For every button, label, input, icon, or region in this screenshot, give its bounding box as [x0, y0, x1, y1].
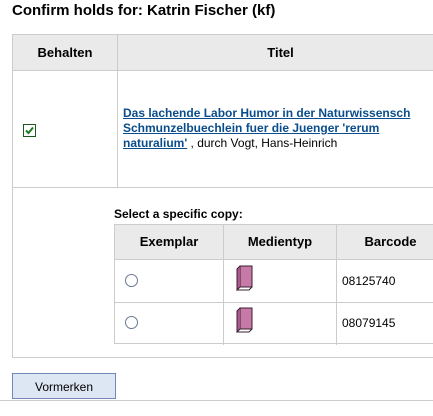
barcode-value: 08079145	[342, 316, 396, 330]
place-hold-button[interactable]: Vormerken	[12, 373, 116, 399]
copy-table: Exemplar Medientyp Barcode 08125740 0807…	[114, 224, 433, 345]
column-divider	[117, 35, 118, 188]
column-header-barcode: Barcode	[364, 234, 417, 249]
book-title-line: Schmunzelbuechlein fuer die Juenger 'rer…	[123, 121, 380, 135]
copy-radio-button[interactable]	[125, 274, 138, 287]
row-divider	[13, 187, 433, 188]
holds-table: Behalten Titel Das lachende Labor Humor …	[12, 34, 433, 358]
page-title: Confirm holds for: Katrin Fischer (kf)	[12, 2, 276, 19]
column-divider	[336, 225, 337, 345]
book-title-line: naturalium'	[123, 136, 188, 150]
copy-radio-button[interactable]	[125, 316, 138, 329]
copy-table-header: Exemplar Medientyp Barcode	[115, 225, 433, 260]
column-header-title: Titel	[267, 45, 294, 60]
checkmark-icon	[25, 126, 34, 135]
holds-table-header: Behalten Titel	[13, 35, 433, 71]
column-header-item: Exemplar	[139, 234, 199, 249]
book-title-line: Das lachende Labor Humor in der Naturwis…	[123, 106, 411, 120]
book-icon	[236, 265, 253, 291]
copy-select-heading: Select a specific copy:	[114, 207, 243, 221]
column-header-keep: Behalten	[37, 45, 93, 60]
author-text: , durch Vogt, Hans-Heinrich	[187, 136, 338, 150]
column-header-media-type: Medientyp	[247, 234, 313, 249]
row-divider	[115, 302, 433, 303]
title-cell: Das lachende Labor Humor in der Naturwis…	[123, 106, 433, 151]
column-divider	[223, 225, 224, 345]
keep-checkbox[interactable]	[23, 124, 36, 137]
book-icon	[236, 307, 253, 333]
barcode-value: 08125740	[342, 274, 396, 288]
divider	[0, 400, 433, 401]
